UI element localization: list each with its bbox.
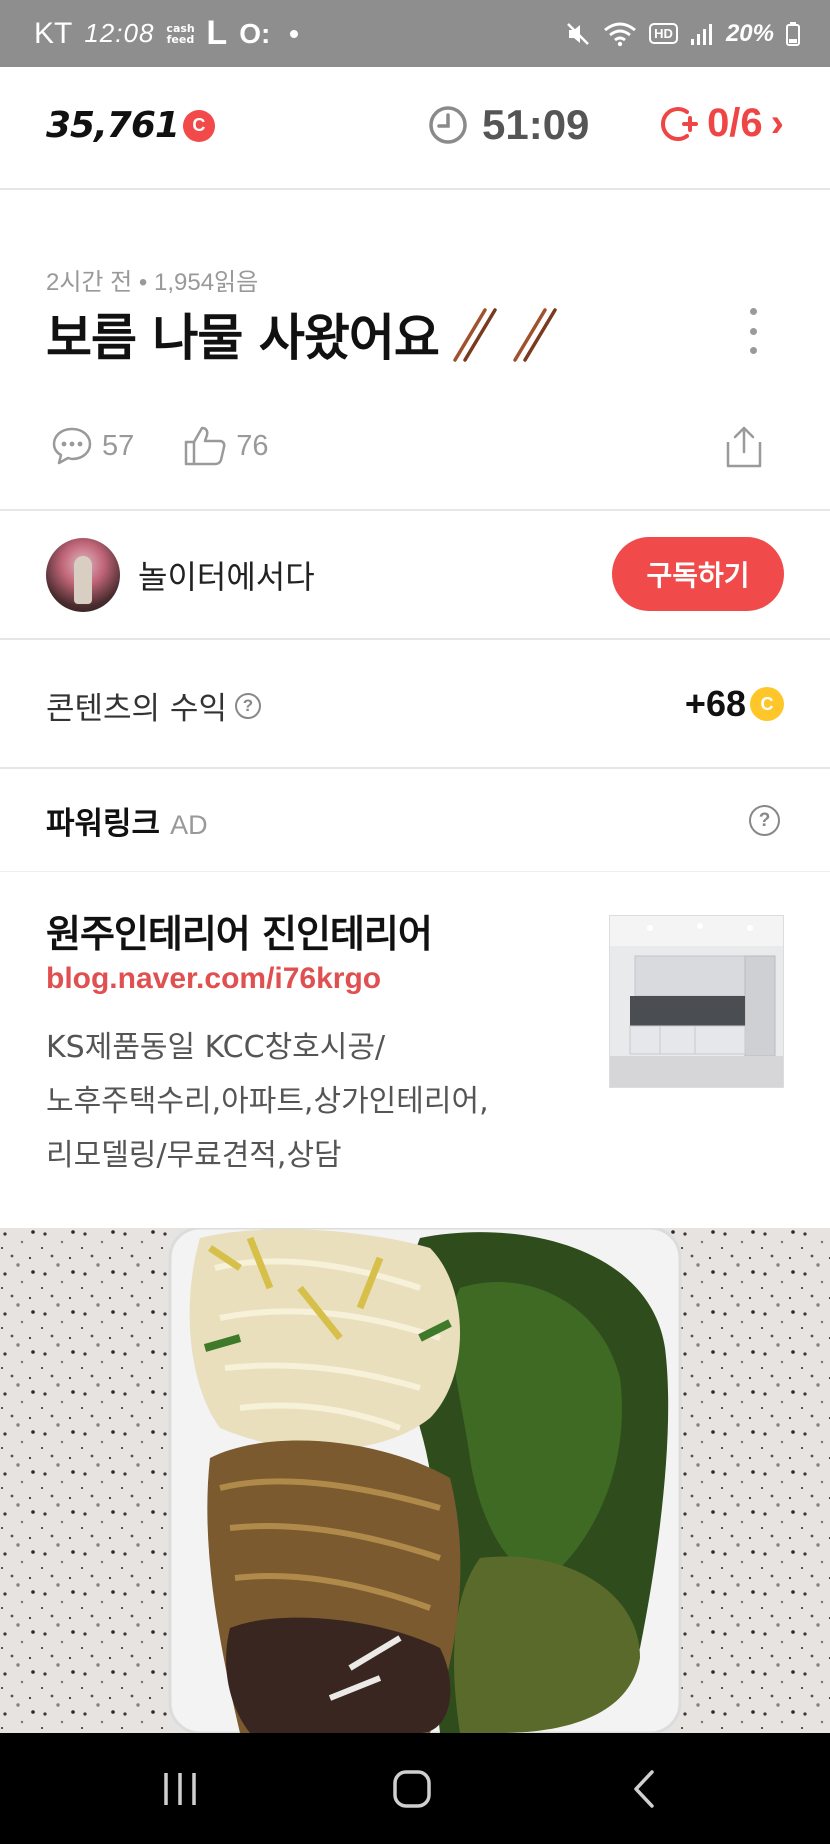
content-revenue-value: +68 C: [685, 683, 784, 725]
status-time: 12:08: [84, 18, 155, 48]
divider: [0, 509, 830, 511]
counter-value: 0/6: [707, 101, 763, 145]
revenue-label-text: 콘텐츠의 수익: [46, 691, 227, 727]
subscribe-button[interactable]: 구독하기: [612, 537, 784, 611]
recent-apps-button[interactable]: [120, 1733, 240, 1844]
content-revenue-label: 콘텐츠의 수익 ?: [46, 683, 261, 728]
divider: [0, 871, 830, 872]
ad-title[interactable]: 원주인테리어 진인테리어: [46, 903, 433, 958]
chevron-right-icon: ›: [770, 101, 784, 145]
wifi-icon: [604, 22, 637, 46]
article-title: 보름 나물 사왔어요: [46, 298, 567, 370]
ad-url[interactable]: blog.naver.com/i76krgo: [46, 962, 381, 996]
home-icon: [393, 1769, 431, 1808]
app-l-icon: L: [206, 14, 228, 52]
revenue-value: +68: [684, 683, 746, 724]
powerlink-help-button[interactable]: ?: [749, 805, 780, 836]
ad-desc-line: 리모델링/무료견적,상담: [46, 1138, 342, 1173]
top-header: 35,761 C 51:09 0/6 ›: [0, 67, 830, 190]
battery-percent: 20%: [725, 19, 774, 47]
thumbs-up-icon: [185, 426, 226, 466]
article-actions: 57 76: [50, 424, 317, 468]
kitchen-image: [610, 916, 783, 1087]
reading-timer: 51:09: [428, 101, 589, 149]
share-button[interactable]: [724, 424, 764, 474]
coin-icon: C: [182, 109, 215, 142]
timer-value: 51:09: [482, 101, 590, 148]
help-icon: ?: [749, 805, 780, 836]
namul-photo-image: [0, 1228, 830, 1733]
signal-icon: [690, 23, 712, 45]
comment-button[interactable]: 57: [50, 424, 134, 468]
author-row[interactable]: 놀이터에서다: [46, 538, 315, 612]
article-meta: 2시간 전 • 1,954읽음: [46, 269, 259, 296]
back-icon: [634, 1769, 654, 1808]
divider: [0, 767, 830, 769]
ad-tag: AD: [170, 810, 208, 840]
home-button[interactable]: [352, 1733, 472, 1844]
article-title-text: 보름 나물 사왔어요: [46, 309, 440, 367]
powerlink-title: 파워링크: [46, 806, 161, 842]
author-name[interactable]: 놀이터에서다: [138, 552, 315, 598]
cashfeed-icon: cash feed: [166, 21, 195, 46]
points-balance[interactable]: 35,761 C: [46, 105, 215, 146]
ad-desc-line: 노후주택수리,아파트,상가인테리어,: [46, 1084, 489, 1119]
recent-apps-icon: [164, 1772, 196, 1805]
like-count: 76: [236, 429, 269, 462]
back-button[interactable]: [584, 1733, 704, 1844]
comment-icon: [52, 427, 92, 465]
carrier-label: KT: [34, 16, 73, 50]
ad-desc-line: KS제품동일 KCC창호시공/: [46, 1030, 386, 1065]
system-nav-bar: [0, 1733, 830, 1844]
ad-description[interactable]: KS제품동일 KCC창호시공/ 노후주택수리,아파트,상가인테리어, 리모델링/…: [46, 1021, 566, 1183]
article-photo[interactable]: [0, 1228, 830, 1733]
help-icon[interactable]: ?: [234, 692, 261, 719]
coin-counter-button[interactable]: 0/6 ›: [657, 101, 784, 146]
powerlink-header: 파워링크 AD: [46, 798, 208, 843]
comment-count: 57: [102, 429, 135, 462]
mute-icon: [567, 22, 590, 45]
divider: [0, 638, 830, 640]
share-icon: [726, 426, 762, 468]
clock-icon: [429, 106, 467, 144]
hd-voice-badge: HD: [649, 23, 678, 44]
like-button[interactable]: 76: [182, 424, 269, 468]
ad-thumbnail[interactable]: [609, 915, 784, 1088]
chopsticks-icon: [453, 308, 557, 362]
avatar[interactable]: [46, 538, 120, 612]
more-vertical-icon[interactable]: [746, 308, 760, 354]
status-bar: KT 12:08 cash feed L O: HD 20%: [0, 0, 830, 67]
notification-dot-icon: [290, 29, 299, 38]
battery-icon: [786, 21, 800, 46]
app-o-icon: O:: [239, 17, 271, 49]
points-value: 35,761: [46, 105, 180, 146]
coin-icon: C: [750, 687, 784, 721]
coin-plus-icon: [661, 106, 699, 141]
